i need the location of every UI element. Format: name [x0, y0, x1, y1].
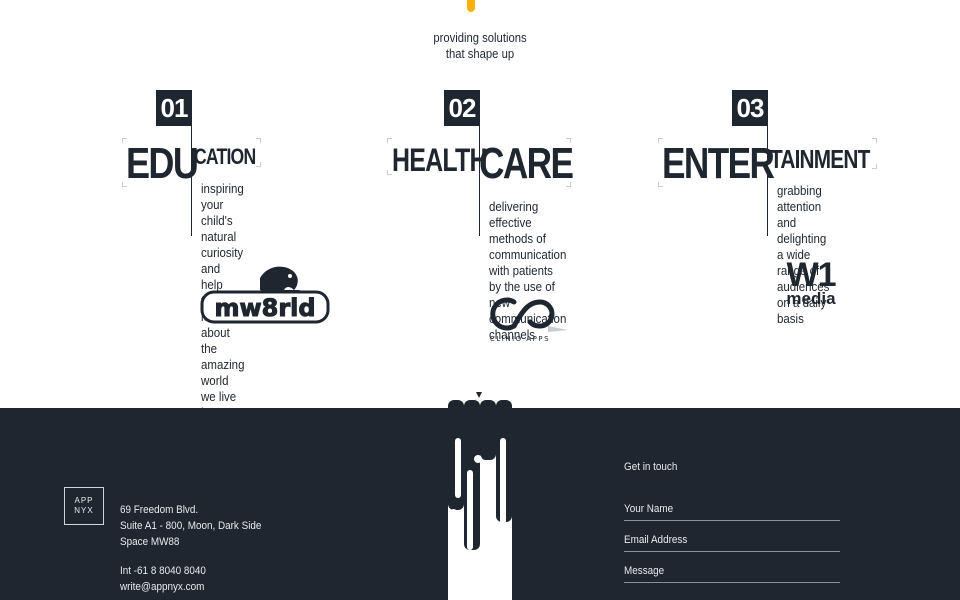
footer-contact: Int -61 8 8040 8040 write@appnyx.com: [120, 563, 206, 595]
clinio-apps-logo: CLINIO APPS: [490, 297, 568, 343]
w1-media-logo: W1 media: [786, 256, 836, 308]
message-field[interactable]: Message: [624, 565, 840, 583]
sector-number: 02: [444, 90, 480, 126]
svg-text:mw8rld: mw8rld: [214, 294, 315, 322]
drip-shape: [480, 400, 496, 460]
bracket-corner: [256, 162, 261, 167]
email-field[interactable]: Email Address: [624, 534, 840, 552]
bracket-corner: [872, 138, 877, 143]
sector-word-small: TAINMENT: [770, 144, 870, 174]
email-link[interactable]: write@appnyx.com: [120, 579, 206, 595]
sector-word-small: CARE: [479, 139, 574, 188]
drip-highlight: [467, 470, 473, 550]
footer-address: 69 Freedom Blvd. Suite A1 - 800, Moon, D…: [120, 504, 262, 548]
top-accent-bar: [467, 0, 475, 12]
sector-number: 03: [732, 90, 768, 126]
appnyx-logo[interactable]: APP NYX: [64, 487, 104, 525]
phone-link[interactable]: Int -61 8 8040 8040: [120, 563, 206, 579]
drip-highlight: [455, 438, 461, 498]
drip-highlight: [483, 472, 489, 536]
tagline: providing solutions that shape up: [433, 31, 527, 61]
scroll-down-icon[interactable]: [476, 392, 482, 398]
mworld-logo: mw8rld: [200, 266, 330, 324]
sector-number: 01: [156, 90, 192, 126]
svg-text:CLINIO APPS: CLINIO APPS: [490, 335, 550, 343]
contact-title: Get in touch: [624, 461, 678, 473]
name-field[interactable]: Your Name: [624, 503, 840, 521]
sector-word-big: EDU: [126, 139, 199, 188]
sector-word-small: CATION: [194, 144, 256, 169]
sector-word-big: HEALTH: [392, 142, 487, 178]
bracket-corner: [256, 138, 261, 143]
drip-highlight: [500, 438, 506, 524]
drip-dot: [474, 455, 482, 463]
drip-dot: [449, 509, 458, 518]
sector-word-big: ENTER: [662, 139, 775, 188]
bracket-corner: [872, 164, 877, 169]
